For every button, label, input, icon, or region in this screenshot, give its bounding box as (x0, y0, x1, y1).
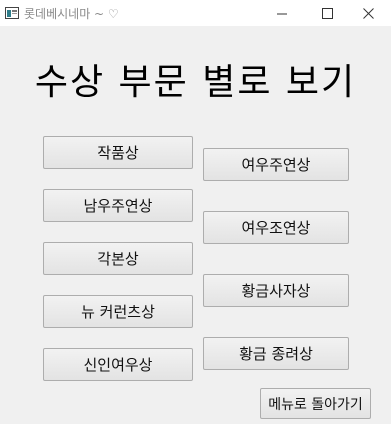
screenplay-award-button[interactable]: 각본상 (43, 242, 193, 275)
maximize-icon (321, 7, 333, 19)
title-bar: 롯데베시네마 ~ ♡ (0, 0, 391, 26)
app-icon (5, 7, 19, 19)
best-actress-button[interactable]: 여우주연상 (203, 148, 349, 181)
minimize-button[interactable] (259, 0, 305, 26)
palme-dor-button[interactable]: 황금 종려상 (203, 337, 349, 370)
maximize-button[interactable] (304, 0, 350, 26)
best-actor-button[interactable]: 남우주연상 (43, 189, 193, 222)
back-to-menu-button[interactable]: 메뉴로 돌아가기 (260, 388, 371, 419)
page-title: 수상 부문 별로 보기 (34, 62, 357, 103)
close-button[interactable] (345, 0, 391, 26)
close-icon (362, 7, 374, 19)
new-actress-award-button[interactable]: 신인여우상 (43, 348, 193, 381)
golden-lion-button[interactable]: 황금사자상 (203, 274, 349, 307)
new-currents-award-button[interactable]: 뉴 커런츠상 (43, 295, 193, 328)
minimize-icon (276, 13, 287, 14)
best-picture-button[interactable]: 작품상 (43, 136, 193, 169)
supporting-actress-button[interactable]: 여우조연상 (203, 211, 349, 244)
window-title: 롯데베시네마 ~ ♡ (24, 7, 119, 21)
